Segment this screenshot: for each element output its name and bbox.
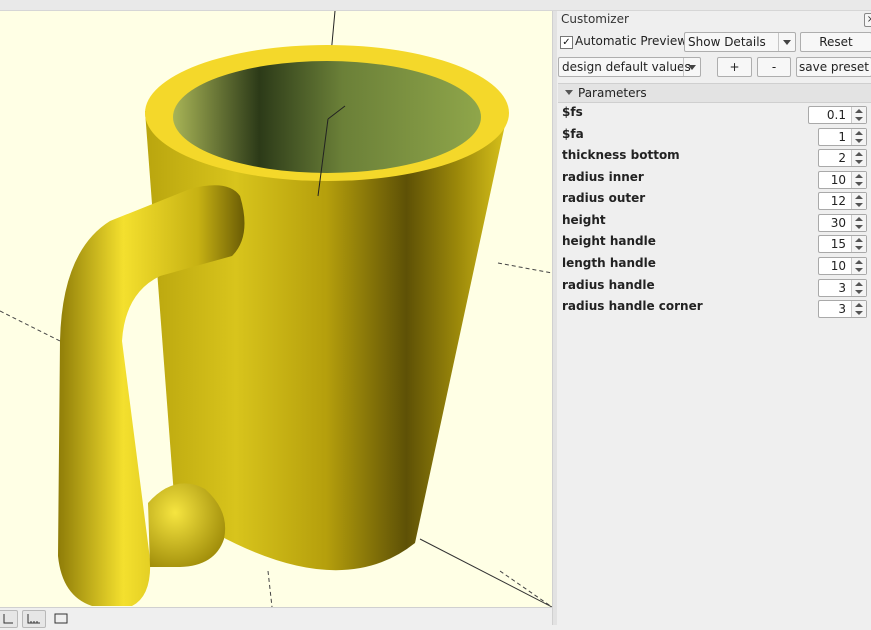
param-row-height-handle: height handle 15 bbox=[557, 234, 871, 255]
param-row-thickness-bottom: thickness bottom 2 bbox=[557, 148, 871, 169]
param-row-height: height 30 bbox=[557, 213, 871, 234]
param-spinbox[interactable]: 12 bbox=[818, 192, 867, 210]
edges-icon[interactable] bbox=[50, 610, 72, 626]
spin-arrows-icon[interactable] bbox=[851, 129, 866, 145]
param-row-fs: $fs 0.1 bbox=[557, 105, 871, 126]
param-row-fa: $fa 1 bbox=[557, 127, 871, 148]
param-label: radius handle corner bbox=[562, 299, 703, 313]
automatic-preview-checkbox[interactable]: ✓ bbox=[560, 36, 573, 49]
param-spinbox[interactable]: 0.1 bbox=[808, 106, 867, 124]
param-label: $fa bbox=[562, 127, 584, 141]
close-icon[interactable]: × bbox=[864, 13, 871, 27]
param-label: radius outer bbox=[562, 191, 646, 205]
viewport-toolbar bbox=[0, 607, 552, 628]
chevron-down-icon bbox=[683, 58, 700, 76]
axes-icon[interactable] bbox=[0, 610, 18, 628]
param-spinbox[interactable]: 2 bbox=[818, 149, 867, 167]
spin-arrows-icon[interactable] bbox=[851, 107, 866, 123]
param-spinbox[interactable]: 3 bbox=[818, 279, 867, 297]
spin-arrows-icon[interactable] bbox=[851, 236, 866, 252]
param-spinbox[interactable]: 30 bbox=[818, 214, 867, 232]
spin-arrows-icon[interactable] bbox=[851, 172, 866, 188]
collapse-triangle-icon bbox=[565, 90, 573, 95]
reset-button[interactable]: Reset bbox=[800, 32, 871, 52]
mug-model-render bbox=[0, 11, 552, 607]
spin-arrows-icon[interactable] bbox=[851, 280, 866, 296]
add-preset-button[interactable]: + bbox=[717, 57, 752, 77]
details-select[interactable]: Show Details bbox=[684, 32, 796, 52]
param-row-radius-handle: radius handle 3 bbox=[557, 278, 871, 299]
scale-markers-icon[interactable] bbox=[22, 610, 46, 628]
param-spinbox[interactable]: 10 bbox=[818, 171, 867, 189]
top-toolbar-strip bbox=[0, 0, 871, 11]
param-label: radius inner bbox=[562, 170, 644, 184]
remove-preset-button[interactable]: - bbox=[757, 57, 791, 77]
param-spinbox[interactable]: 1 bbox=[818, 128, 867, 146]
param-label: radius handle bbox=[562, 278, 655, 292]
param-row-radius-inner: radius inner 10 bbox=[557, 170, 871, 191]
param-row-radius-outer: radius outer 12 bbox=[557, 191, 871, 212]
param-label: height bbox=[562, 213, 606, 227]
param-row-length-handle: length handle 10 bbox=[557, 256, 871, 277]
chevron-down-icon bbox=[778, 33, 795, 51]
spin-arrows-icon[interactable] bbox=[851, 193, 866, 209]
param-label: $fs bbox=[562, 105, 583, 119]
spin-arrows-icon[interactable] bbox=[851, 258, 866, 274]
param-label: length handle bbox=[562, 256, 656, 270]
spin-arrows-icon[interactable] bbox=[851, 215, 866, 231]
3d-viewport[interactable] bbox=[0, 11, 552, 607]
parameters-section-header[interactable]: Parameters bbox=[558, 83, 871, 103]
preset-select[interactable]: design default values bbox=[558, 57, 701, 77]
param-row-radius-handle-corner: radius handle corner 3 bbox=[557, 299, 871, 320]
param-label: thickness bottom bbox=[562, 148, 680, 162]
spin-arrows-icon[interactable] bbox=[851, 150, 866, 166]
automatic-preview-label: Automatic Preview bbox=[575, 34, 688, 48]
save-preset-button[interactable]: save preset bbox=[796, 57, 871, 77]
param-spinbox[interactable]: 15 bbox=[818, 235, 867, 253]
param-spinbox[interactable]: 10 bbox=[818, 257, 867, 275]
customizer-panel: Customizer × ✓ Automatic Preview Show De… bbox=[557, 11, 871, 625]
spin-arrows-icon[interactable] bbox=[851, 301, 866, 317]
param-label: height handle bbox=[562, 234, 656, 248]
param-spinbox[interactable]: 3 bbox=[818, 300, 867, 318]
customizer-title: Customizer bbox=[561, 12, 629, 26]
